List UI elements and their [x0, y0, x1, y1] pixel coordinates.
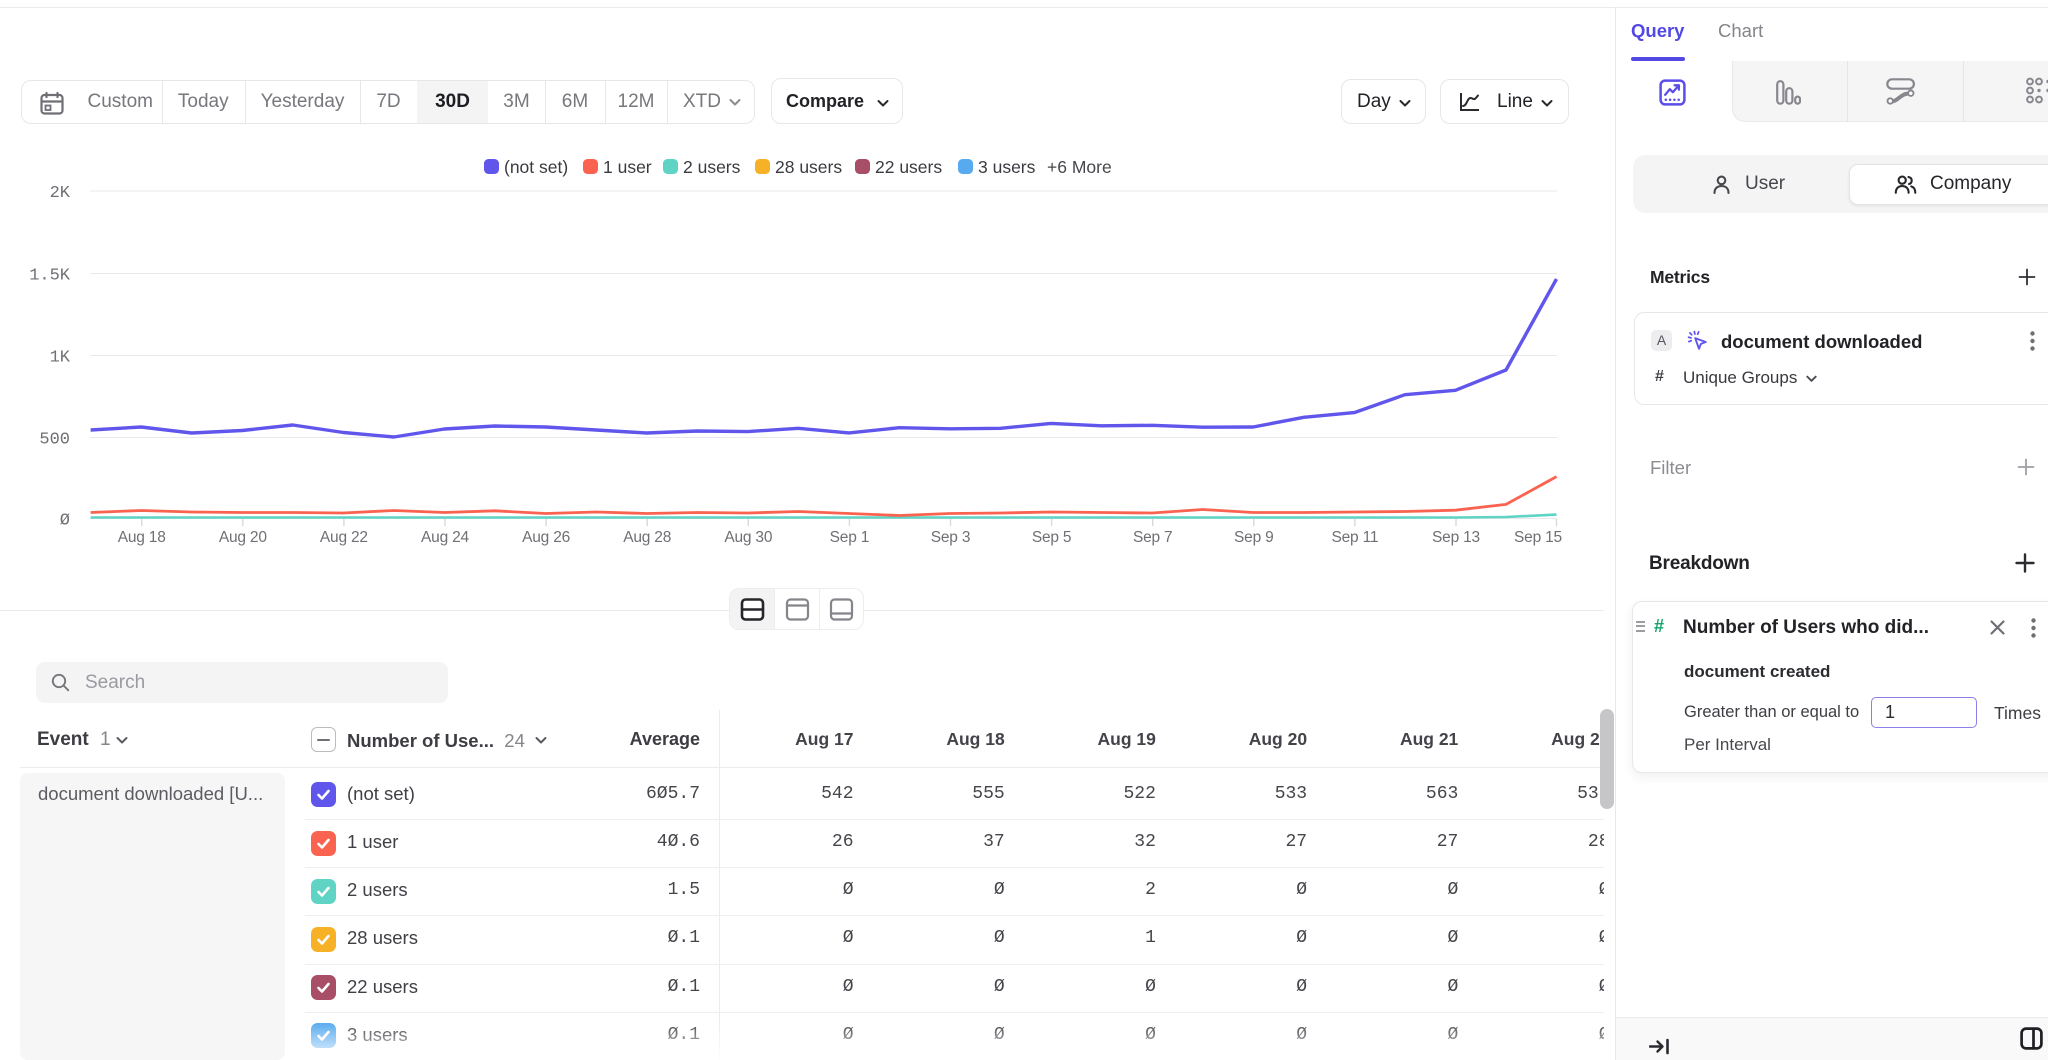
svg-text:1.5K: 1.5K	[29, 267, 71, 286]
svg-text:Aug 22: Aug 22	[320, 529, 368, 546]
svg-text:Sep 13: Sep 13	[1432, 529, 1480, 546]
svg-text:Sep 11: Sep 11	[1332, 529, 1379, 546]
svg-text:Aug 28: Aug 28	[623, 529, 671, 546]
svg-text:Sep 9: Sep 9	[1234, 529, 1274, 546]
svg-text:Sep 1: Sep 1	[830, 529, 870, 546]
svg-text:Aug 26: Aug 26	[522, 529, 570, 546]
svg-text:Ø: Ø	[60, 512, 70, 531]
svg-text:Sep 15: Sep 15	[1514, 529, 1562, 546]
svg-text:Aug 24: Aug 24	[421, 529, 470, 546]
svg-text:Sep 3: Sep 3	[931, 529, 971, 546]
svg-text:2K: 2K	[50, 184, 71, 203]
svg-text:500: 500	[39, 431, 70, 450]
svg-text:Sep 5: Sep 5	[1032, 529, 1072, 546]
svg-text:Sep 7: Sep 7	[1133, 529, 1173, 546]
svg-text:1K: 1K	[50, 349, 71, 368]
svg-text:Aug 30: Aug 30	[724, 529, 773, 546]
svg-text:Aug 20: Aug 20	[219, 529, 268, 546]
svg-text:Aug 18: Aug 18	[118, 529, 166, 546]
